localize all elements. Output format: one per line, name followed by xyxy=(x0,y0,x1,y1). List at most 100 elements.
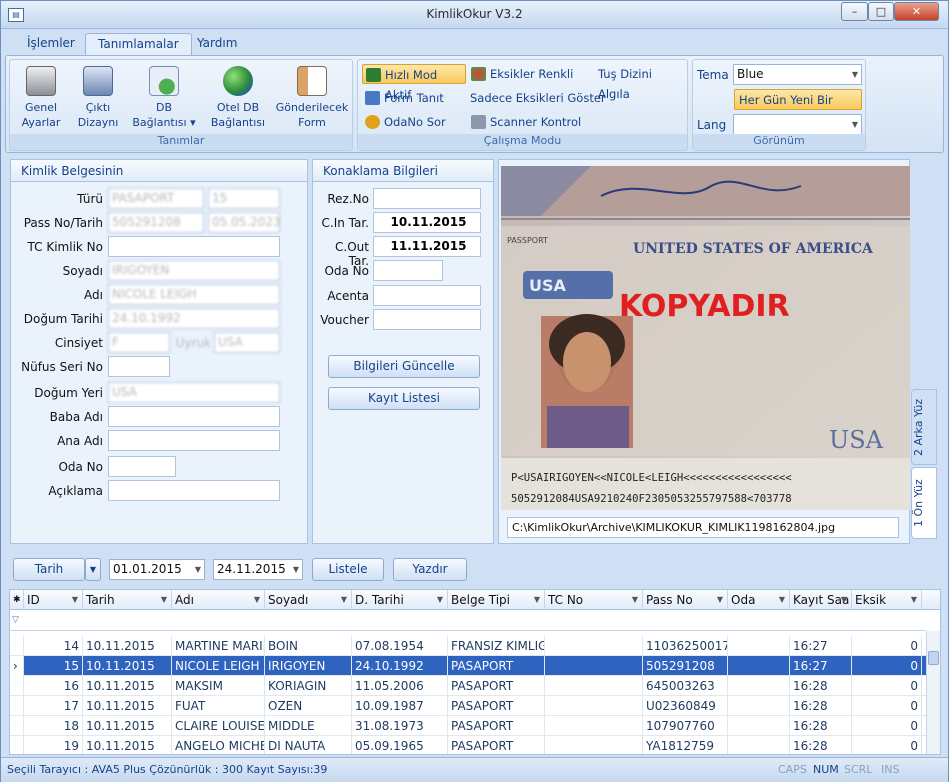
date-to-picker[interactable]: 24.11.2015 ▼ xyxy=(213,559,303,580)
tab-islemler[interactable]: İşlemler xyxy=(15,33,87,55)
nufus-field[interactable] xyxy=(108,356,170,377)
otel-db-button[interactable]: Otel DB Bağlantısı xyxy=(206,66,270,130)
odano-sor-button[interactable]: OdaNo Sor xyxy=(362,112,446,132)
table-row[interactable]: 17 10.11.2015 FUAT OZEN 10.09.1987 PASAPORT U0… xyxy=(10,696,926,716)
tab-tanimlamalar[interactable]: Tanımlamalar xyxy=(85,33,192,55)
form-tanit-button[interactable]: Form Tanıt xyxy=(362,88,444,108)
tus-dizini-button[interactable]: Tuş Dizini Algıla xyxy=(576,64,687,101)
column-header-8[interactable]: Oda ▼ xyxy=(728,590,790,610)
column-header-5[interactable]: Belge Tipi ▼ xyxy=(448,590,545,610)
tab-arka-yuz[interactable]: 2 Arka Yüz xyxy=(911,389,937,465)
soyadi-field[interactable]: IRIGOYEN xyxy=(108,260,280,281)
tarih-button[interactable]: Tarih xyxy=(13,558,85,581)
sadece-eksikler-button[interactable]: Sadece Eksikleri Göster xyxy=(448,88,606,108)
filter-icon[interactable]: ▼ xyxy=(341,590,347,610)
listele-button[interactable]: Listele xyxy=(312,558,384,581)
rez-field[interactable] xyxy=(373,188,481,209)
filter-icon[interactable]: ▼ xyxy=(161,590,167,610)
column-header-4[interactable]: D. Tarihi ▼ xyxy=(352,590,448,610)
turu-field[interactable]: PASAPORT xyxy=(108,188,204,209)
scanner-kontrol-button[interactable]: Scanner Kontrol xyxy=(468,112,581,132)
maximize-button[interactable]: □ xyxy=(868,2,894,21)
hizli-mod-button[interactable]: Hızlı Mod Aktif xyxy=(362,64,466,102)
cikti-dizayni-button[interactable]: Çıktı Dizaynı xyxy=(72,66,124,130)
date-from-picker[interactable]: 01.01.2015 ▼ xyxy=(109,559,205,580)
column-header-3[interactable]: Soyadı ▼ xyxy=(265,590,352,610)
yazdir-button[interactable]: Yazdır xyxy=(393,558,467,581)
acenta-field[interactable] xyxy=(373,285,481,306)
filter-icon[interactable]: ▼ xyxy=(841,590,847,610)
table-row[interactable]: 14 10.11.2015 MARTINE MARIE BOIN 07.08.1954 F… xyxy=(10,636,926,656)
vertical-scrollbar[interactable] xyxy=(926,631,940,754)
filter-icon[interactable]: ▼ xyxy=(72,590,78,610)
row-indicator[interactable] xyxy=(10,676,24,696)
turu-code-field[interactable]: 15 xyxy=(208,188,280,209)
table-row[interactable]: 16 10.11.2015 MAKSIM KORIAGIN 11.05.2006 PASA… xyxy=(10,676,926,696)
turu-label: Türü xyxy=(77,192,103,206)
cin-field[interactable]: 10.11.2015 xyxy=(373,212,481,233)
column-header-label: Oda xyxy=(731,593,756,607)
kayit-listesi-button[interactable]: Kayıt Listesi xyxy=(328,387,480,410)
table-cell xyxy=(545,636,643,656)
row-indicator[interactable]: › xyxy=(10,656,24,676)
table-cell xyxy=(545,656,643,676)
column-header-1[interactable]: Tarih ▼ xyxy=(83,590,172,610)
ana-field[interactable] xyxy=(108,430,280,451)
column-header-9[interactable]: Kayıt Saa ▼ xyxy=(790,590,852,610)
row-indicator[interactable] xyxy=(10,736,24,754)
filter-row[interactable]: ▽ xyxy=(10,611,926,631)
filter-icon[interactable]: ▼ xyxy=(254,590,260,610)
table-row[interactable]: 18 10.11.2015 CLAIRE LOUISE MIDDLE 31.08.197… xyxy=(10,716,926,736)
tab-yardim[interactable]: Yardım xyxy=(185,33,249,55)
dogum-yeri-field[interactable]: USA xyxy=(108,382,280,403)
table-row[interactable]: 19 10.11.2015 ANGELO MICHE DI NAUTA 05.09.19… xyxy=(10,736,926,754)
kon-oda-field[interactable] xyxy=(373,260,443,281)
records-grid[interactable]: ✱ ID ▼ Tarih ▼ Adı ▼ Soyadı ▼ D. Tarihi ▼ Belge Tip… xyxy=(9,589,941,755)
db-baglantisi-button[interactable]: DB Bağlantısı ▾ xyxy=(132,66,196,130)
image-path-field[interactable]: C:\KimlikOkur\Archive\KIMLIKOKUR_KIMLIK1… xyxy=(507,517,899,538)
genel-ayarlar-button[interactable]: Genel Ayarlar xyxy=(16,66,66,130)
pass-date-field[interactable]: 05.05.2023 xyxy=(208,212,281,233)
voucher-field[interactable] xyxy=(373,309,481,330)
tc-field[interactable] xyxy=(108,236,280,257)
tarih-dropdown-icon[interactable]: ▼ xyxy=(85,558,101,581)
filter-icon[interactable]: ▼ xyxy=(779,590,785,610)
filter-icon[interactable]: ▼ xyxy=(717,590,723,610)
tab-on-yuz[interactable]: 1 Ön Yüz xyxy=(911,467,937,539)
table-cell: 24.10.1992 xyxy=(352,656,448,676)
adi-field[interactable]: NICOLE LEIGH xyxy=(108,284,280,305)
close-button[interactable]: ✕ xyxy=(894,2,939,21)
column-header-0[interactable]: ID ▼ xyxy=(24,590,83,610)
oda-field[interactable] xyxy=(108,456,176,477)
lang-combo[interactable]: ▼ xyxy=(733,114,862,135)
filter-icon[interactable]: ▼ xyxy=(437,590,443,610)
cout-field[interactable]: 11.11.2015 xyxy=(373,236,481,257)
tema-combo[interactable]: Blue ▼ xyxy=(733,64,862,85)
column-header-2[interactable]: Adı ▼ xyxy=(172,590,265,610)
her-gun-tema-button[interactable]: Her Gün Yeni Bir Tema xyxy=(734,89,862,127)
cinsiyet-field[interactable]: F xyxy=(108,332,170,353)
filter-icon[interactable]: ▼ xyxy=(534,590,540,610)
row-indicator[interactable] xyxy=(10,636,24,656)
aciklama-field[interactable] xyxy=(108,480,280,501)
gonderilecek-form-button[interactable]: Gönderilecek Form xyxy=(274,66,350,130)
filter-icon[interactable]: ▼ xyxy=(632,590,638,610)
eksikler-renkli-button[interactable]: Eksikler Renkli xyxy=(468,64,573,84)
form-label1: Gönderilecek xyxy=(275,101,349,114)
row-indicator[interactable] xyxy=(10,696,24,716)
uyruk-field[interactable]: USA xyxy=(214,332,280,353)
table-row[interactable]: › 15 10.11.2015 NICOLE LEIGH IRIGOYEN 24.10.1… xyxy=(10,656,926,676)
scroll-thumb[interactable] xyxy=(928,651,939,665)
column-header-7[interactable]: Pass No ▼ xyxy=(643,590,728,610)
column-header-10[interactable]: Eksik ▼ xyxy=(852,590,922,610)
bilgileri-guncelle-button[interactable]: Bilgileri Güncelle xyxy=(328,355,480,378)
baba-field[interactable] xyxy=(108,406,280,427)
minimize-button[interactable]: – xyxy=(841,2,868,21)
row-indicator[interactable] xyxy=(10,716,24,736)
pass-no-field[interactable]: 505291208 xyxy=(108,212,204,233)
scanner-small-icon xyxy=(471,115,486,129)
scrl-indicator: SCRL xyxy=(844,763,873,776)
column-header-6[interactable]: TC No ▼ xyxy=(545,590,643,610)
filter-icon[interactable]: ▼ xyxy=(911,590,917,610)
dogum-tarihi-field[interactable]: 24.10.1992 xyxy=(108,308,280,329)
